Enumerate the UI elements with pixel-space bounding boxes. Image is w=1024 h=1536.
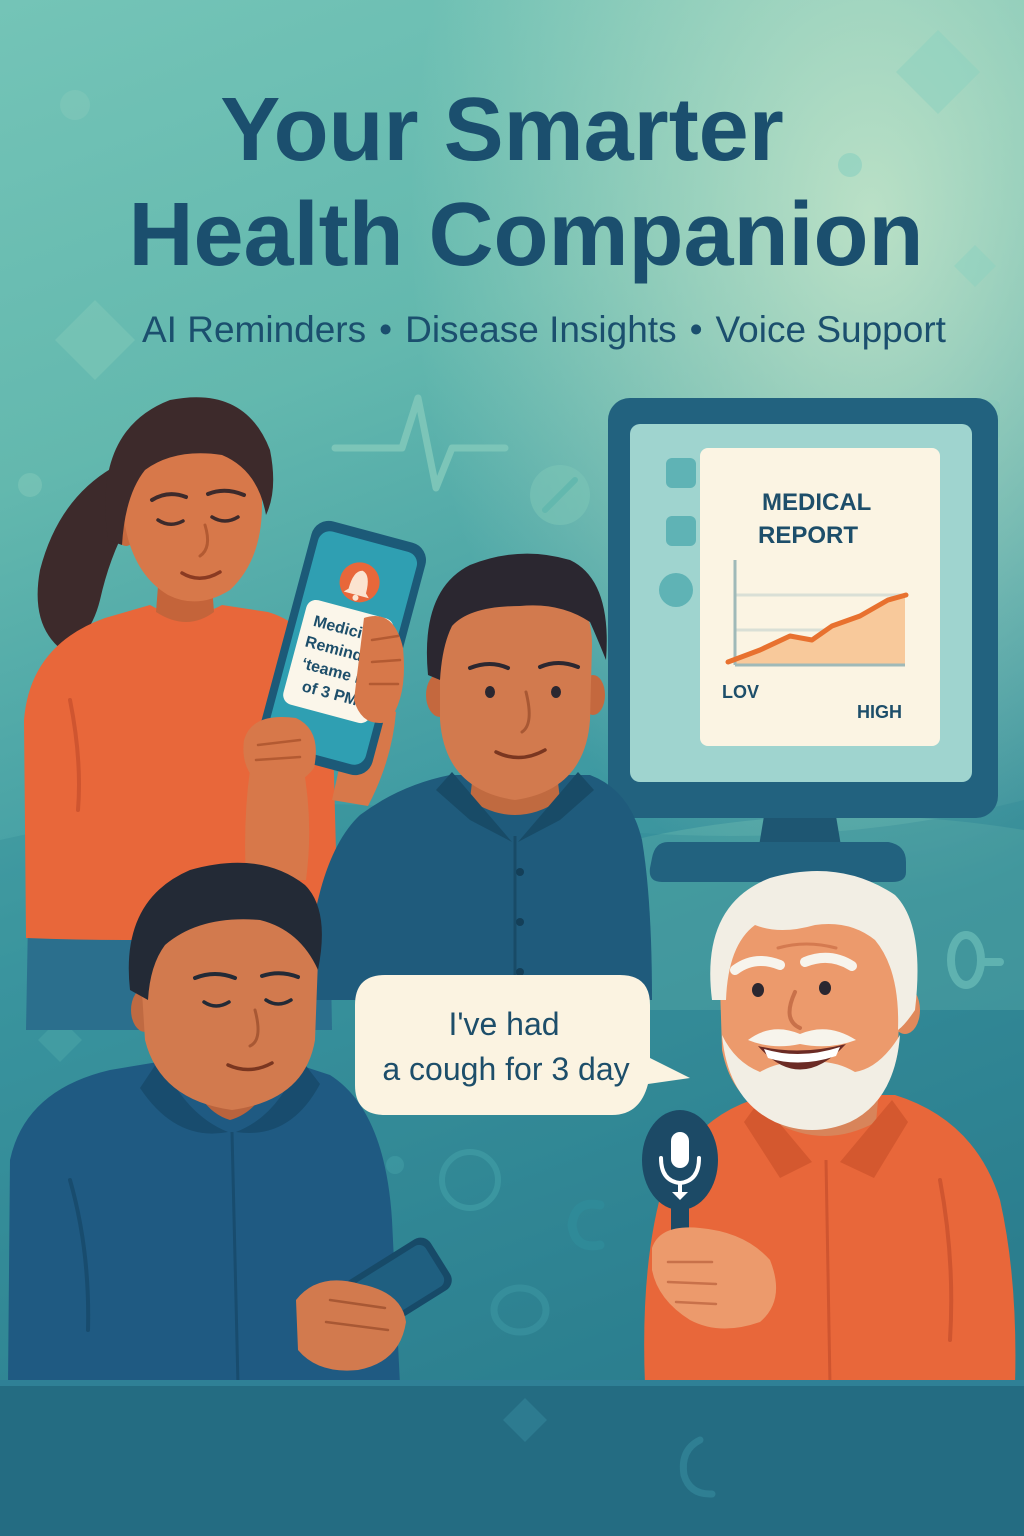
microphone-glyph-capsule [671, 1132, 689, 1168]
computer-monitor: MEDICAL REPORT LOV HIGH [608, 398, 998, 882]
shirt-button [516, 918, 524, 926]
feature-separator: • [689, 309, 703, 350]
feature-ai-reminders: AI Reminders [142, 309, 367, 350]
report-title-line-2: REPORT [758, 522, 858, 549]
poster-title-line-1: Your Smarter [220, 80, 784, 180]
dot-decoration [18, 473, 42, 497]
poster-title-line-2: Health Companion [128, 185, 924, 285]
screen-sidebar-icon [659, 573, 693, 607]
man-middle-eye [485, 686, 495, 698]
shirt-button [516, 868, 524, 876]
table-edge-highlight [0, 1380, 1024, 1386]
speech-bubble-line-1: I've had [448, 1006, 559, 1042]
dot-decoration [386, 1156, 404, 1174]
table-surface [0, 1380, 1024, 1536]
medical-report-document: MEDICAL REPORT LOV HIGH [700, 448, 940, 746]
speech-bubble: I've had a cough for 3 day [355, 975, 690, 1115]
old-man-eye [819, 981, 831, 995]
old-man-eye [752, 983, 764, 997]
woman-hand [243, 716, 316, 788]
screen-sidebar-icon [666, 516, 696, 546]
table-top [0, 1380, 1024, 1536]
graph-high-label: HIGH [857, 702, 902, 722]
screen-sidebar-icon [666, 458, 696, 488]
feature-list: AI Reminders • Disease Insights • Voice Supp… [142, 311, 946, 348]
speech-bubble-line-2: a cough for 3 day [382, 1051, 629, 1087]
feature-disease-insights: Disease Insights [405, 309, 677, 350]
shirt-button [516, 968, 524, 976]
pill-decoration [530, 465, 590, 525]
report-title-line-1: MEDICAL [762, 489, 871, 516]
feature-separator: • [379, 309, 393, 350]
speech-bubble-shape [355, 975, 690, 1115]
graph-low-label: LOV [722, 682, 759, 702]
man-middle-eye [551, 686, 561, 698]
feature-voice-support: Voice Support [715, 309, 946, 350]
